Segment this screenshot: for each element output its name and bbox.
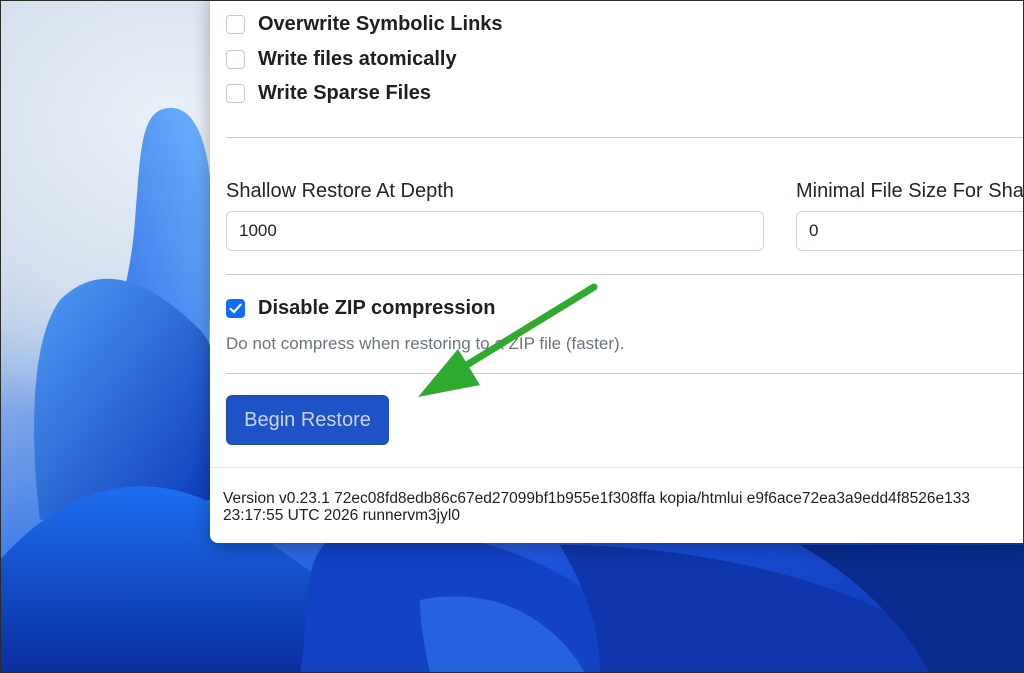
disable-zip-label: Disable ZIP compression: [258, 296, 496, 319]
version-line-1: Version v0.23.1 72ec08fd8edb86c67ed27099…: [223, 490, 970, 507]
disable-zip-checkbox[interactable]: [226, 298, 245, 318]
footer-divider: [210, 467, 1024, 468]
write-atomically-label: Write files atomically: [258, 47, 457, 70]
disable-zip-option[interactable]: Disable ZIP compression: [226, 294, 496, 322]
overwrite-symlinks-option[interactable]: Overwrite Symbolic Links: [226, 10, 503, 38]
overwrite-symlinks-label: Overwrite Symbolic Links: [258, 12, 503, 35]
min-file-size-label: Minimal File Size For Sha: [796, 180, 1024, 202]
version-info: Version v0.23.1 72ec08fd8edb86c67ed27099…: [223, 490, 1024, 524]
restore-options-panel: Overwrite Symbolic Links Write files ato…: [210, 0, 1024, 543]
section-divider: [226, 373, 1024, 374]
write-sparse-checkbox[interactable]: [226, 83, 245, 103]
write-atomically-option[interactable]: Write files atomically: [226, 45, 457, 73]
section-divider: [226, 137, 1024, 138]
version-line-2: 23:17:55 UTC 2026 runnervm3jyl0: [223, 507, 460, 524]
shallow-restore-label: Shallow Restore At Depth: [226, 180, 454, 202]
check-icon: [229, 303, 242, 313]
disable-zip-help-text: Do not compress when restoring to a ZIP …: [226, 334, 625, 353]
write-atomically-checkbox[interactable]: [226, 49, 245, 69]
write-sparse-label: Write Sparse Files: [258, 81, 432, 104]
section-divider: [226, 274, 1024, 275]
overwrite-symlinks-checkbox[interactable]: [226, 14, 245, 34]
shallow-restore-input[interactable]: [226, 211, 764, 251]
min-file-size-input[interactable]: [796, 211, 1024, 251]
begin-restore-button[interactable]: Begin Restore: [226, 395, 389, 445]
write-sparse-option[interactable]: Write Sparse Files: [226, 79, 431, 107]
